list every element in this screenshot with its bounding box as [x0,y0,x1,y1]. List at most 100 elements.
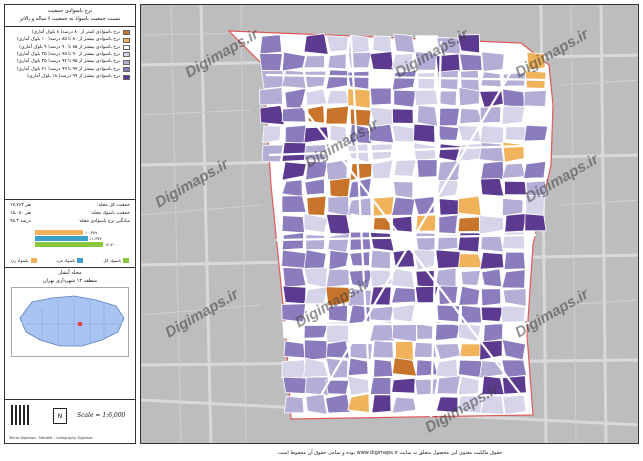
census-block[interactable] [438,90,457,107]
census-block[interactable] [282,34,306,54]
census-block[interactable] [259,87,284,106]
census-block[interactable] [304,178,325,196]
census-block[interactable] [391,268,416,289]
census-block[interactable] [304,339,329,361]
census-block[interactable] [393,89,417,108]
census-block[interactable] [523,124,549,142]
census-block[interactable] [305,393,328,415]
census-block[interactable] [372,178,394,198]
census-block[interactable] [416,159,439,178]
census-block[interactable] [281,142,307,162]
census-block[interactable] [371,394,392,414]
census-block[interactable] [438,143,461,162]
census-block[interactable] [438,107,461,127]
census-block[interactable] [457,142,483,163]
census-block[interactable] [417,72,436,90]
census-block[interactable] [349,343,373,360]
census-block[interactable] [282,285,307,305]
census-block[interactable] [457,178,483,196]
census-block[interactable] [416,105,439,127]
census-block[interactable] [393,33,416,54]
census-block[interactable] [503,251,526,270]
census-block[interactable] [369,51,394,71]
census-block[interactable] [414,395,437,413]
census-block[interactable] [459,343,481,358]
census-block[interactable] [436,375,461,395]
census-block[interactable] [414,232,437,253]
census-block[interactable] [259,34,283,55]
map-frame[interactable]: Digimaps.ir Digimaps.ir Digimaps.ir Digi… [140,4,639,444]
census-block[interactable] [460,269,481,286]
census-block[interactable] [283,340,306,359]
census-block[interactable] [502,88,526,109]
census-block[interactable] [347,70,370,90]
census-block[interactable] [392,142,415,162]
census-block[interactable] [282,376,307,395]
census-block[interactable] [306,195,327,216]
census-block[interactable] [349,251,371,267]
census-block[interactable] [504,213,527,233]
census-block[interactable] [393,159,417,177]
census-block[interactable] [307,105,325,124]
census-block[interactable] [502,394,527,415]
census-block[interactable] [370,249,391,270]
census-block[interactable] [305,88,328,106]
census-block[interactable] [372,340,394,359]
census-block[interactable] [304,376,329,396]
census-block[interactable] [458,253,483,268]
census-block[interactable] [479,125,504,144]
census-block[interactable] [391,357,418,377]
census-block[interactable] [390,287,417,304]
census-block[interactable] [391,124,415,143]
census-block[interactable] [435,358,458,379]
census-block[interactable] [501,105,526,125]
census-block[interactable] [369,305,395,322]
census-block[interactable] [438,198,459,216]
census-block[interactable] [325,105,350,125]
census-block[interactable] [391,108,414,124]
census-block[interactable] [303,249,327,270]
census-block[interactable] [501,162,526,179]
census-block[interactable] [457,195,482,217]
census-block[interactable] [304,70,327,89]
census-block[interactable] [305,234,326,251]
census-block[interactable] [391,303,416,323]
census-block[interactable] [391,321,417,343]
census-block[interactable] [504,126,527,141]
census-block[interactable] [281,195,307,213]
census-block[interactable] [460,69,480,91]
census-block[interactable] [283,395,305,414]
census-block[interactable] [281,359,307,379]
census-block[interactable] [261,144,284,163]
census-block[interactable] [457,216,481,233]
census-block[interactable] [523,160,547,179]
census-block[interactable] [325,213,351,235]
census-block[interactable] [391,196,416,216]
census-block[interactable] [281,107,307,123]
census-block[interactable] [436,125,460,141]
census-block[interactable] [369,377,392,395]
census-block[interactable] [259,52,283,73]
census-block[interactable] [284,124,307,145]
neighborhood-map[interactable] [141,5,639,444]
census-block[interactable] [281,215,305,234]
census-block[interactable] [303,33,329,55]
census-block[interactable] [458,359,483,379]
census-block[interactable] [395,341,414,361]
census-block[interactable] [479,251,505,270]
census-block[interactable] [391,396,417,414]
census-block[interactable] [480,160,505,180]
census-block[interactable] [391,377,416,394]
census-block[interactable] [414,378,439,396]
census-block[interactable] [372,35,392,54]
census-block[interactable] [481,51,505,72]
census-block[interactable] [479,142,505,163]
census-block[interactable] [281,249,307,269]
census-block[interactable] [501,197,524,217]
census-block[interactable] [325,340,350,359]
census-block[interactable] [435,249,461,269]
census-block[interactable] [501,269,526,289]
census-block[interactable] [369,87,392,106]
census-block[interactable] [413,123,436,143]
census-block[interactable] [282,267,307,288]
